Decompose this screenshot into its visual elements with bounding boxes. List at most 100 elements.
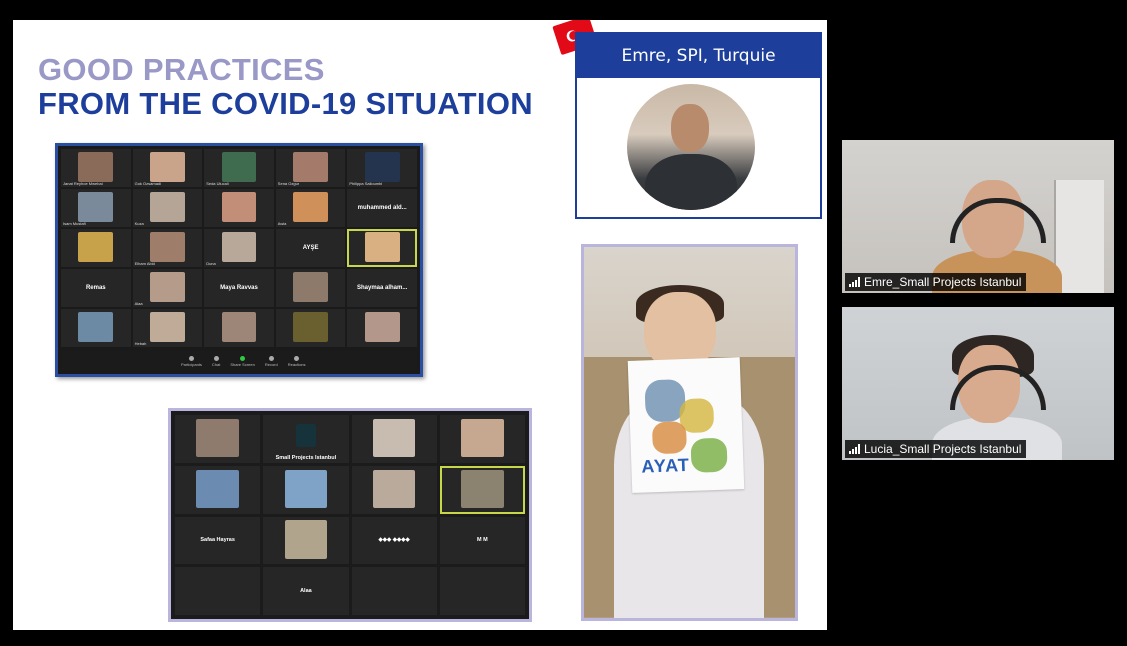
tile-label: Seda Ulucali: [206, 181, 229, 186]
participant-thumbnail: [284, 520, 328, 559]
drawing-text: AYAT: [641, 454, 691, 477]
gallery-tile: [439, 465, 525, 514]
tile-name-text: Alaa: [300, 588, 312, 595]
tile-name-text: muhammed ald...: [357, 205, 407, 211]
participant-name: Lucia_Small Projects Istanbul: [864, 442, 1022, 456]
tile-name-text: Small Projects Istanbul: [275, 454, 337, 461]
tile-label: Gok Ozsamadi: [134, 181, 162, 186]
gallery-tile: [175, 415, 261, 463]
participant-thumbnail: [149, 312, 185, 343]
gallery-tile: Awia: [275, 189, 346, 227]
tile-label: Duna: [206, 261, 216, 266]
zoom-gallery-screenshot-2: Small Projects Istanbul Safaa Hayras ◆◆◆ ◆…: [168, 408, 532, 622]
tile-label: Awia: [277, 221, 287, 226]
participant-thumbnail: [78, 152, 114, 183]
participant-name-tag: Lucia_Small Projects Istanbul: [845, 440, 1027, 458]
participant-thumbnail: [221, 152, 257, 183]
gallery-tile: Kuza: [132, 189, 203, 227]
participant-thumbnail: [372, 418, 416, 457]
tile-name-text: Maya Ravvas: [220, 285, 258, 291]
gallery-tile: Safaa Hayras: [175, 516, 261, 565]
slide-title-line2: FROM THE COVID-19 SITUATION: [38, 86, 533, 121]
participant-thumbnail: [196, 418, 239, 457]
participant-thumbnail: [364, 152, 400, 183]
gallery-tile: [439, 567, 525, 615]
gallery-tile: Hebah: [132, 309, 203, 347]
participant-thumbnail: [149, 272, 185, 303]
gallery-tile: Janat Reyhoe Mwebai: [61, 149, 131, 187]
control-label: Share Screen: [230, 361, 255, 367]
control-label: Chat: [211, 361, 221, 367]
gallery-tile: Alaa: [132, 269, 203, 307]
participant-thumbnail: [149, 232, 185, 263]
gallery-tile: Elham Abid: [132, 229, 203, 267]
control-reactions: Reactions: [287, 355, 306, 367]
participant-thumbnail: [78, 192, 114, 223]
gallery-tile: Isam Mustafi: [61, 189, 131, 227]
tile-label: Kuza: [134, 221, 144, 226]
participant-thumbnail: [78, 232, 114, 263]
tile-label: Alaa: [134, 301, 143, 306]
handprint-drawing: AYAT: [627, 357, 745, 493]
tree-logo-icon: [295, 423, 317, 448]
gallery-tile: [275, 309, 346, 347]
child-drawing-photo: AYAT: [581, 244, 798, 621]
presentation-slide: GOOD PRACTICES FROM THE COVID-19 SITUATI…: [13, 20, 827, 630]
control-participants: Participants: [181, 355, 202, 367]
gallery-tile: M M: [439, 516, 525, 565]
participant-thumbnail: [221, 232, 257, 263]
gallery-tile: [175, 465, 261, 514]
participant-video-emre[interactable]: Emre_Small Projects Istanbul: [842, 140, 1114, 293]
gallery-tile: Gok Ozsamadi: [132, 149, 203, 187]
tile-label: Isam Mustafi: [63, 221, 86, 226]
participant-thumbnail: [149, 152, 185, 183]
speaker-portrait: [627, 84, 755, 210]
gallery-tile: Alaa: [263, 567, 349, 615]
gallery-tile: Philippa Salloumbi: [347, 149, 417, 187]
gallery-tile: muhammed ald...: [347, 189, 417, 227]
slide-title-line1: GOOD PRACTICES: [38, 52, 325, 87]
tile-name-text: Safaa Hayras: [200, 537, 235, 544]
participant-thumbnail: [221, 312, 257, 343]
tile-name-text: Remas: [85, 285, 106, 291]
gallery-grid-1: Janat Reyhoe Mwebai Gok Ozsamadi Seda Uluc…: [61, 149, 417, 347]
tile-label: Philippa Salloumbi: [349, 181, 383, 186]
gallery-tile: [263, 465, 349, 514]
participant-video-lucia[interactable]: Lucia_Small Projects Istanbul: [842, 307, 1114, 460]
participant-thumbnail: [196, 469, 239, 508]
participant-thumbnail: [293, 152, 328, 183]
tile-label: Sena Ozgur: [277, 181, 300, 186]
zoom-control-bar: Participants Chat Share Screen Record Reacti…: [61, 351, 417, 371]
control-share-screen: Share Screen: [230, 355, 255, 367]
control-record: Record: [264, 355, 278, 367]
gallery-tile: [439, 415, 525, 463]
signal-strength-icon: [849, 277, 860, 287]
gallery-grid-2: Small Projects Istanbul Safaa Hayras ◆◆◆ ◆…: [175, 415, 525, 615]
tile-label: Hebah: [134, 341, 147, 346]
gallery-tile: AYŞE: [275, 229, 346, 267]
participant-thumbnail: [78, 312, 114, 343]
gallery-tile: [351, 415, 437, 463]
tile-name-text: AYŞE: [302, 245, 319, 251]
gallery-tile: Shaymaa alham...: [347, 269, 417, 307]
tile-name-text: ◆◆◆ ◆◆◆◆: [378, 537, 410, 544]
signal-strength-icon: [849, 444, 860, 454]
participant-name: Emre_Small Projects Istanbul: [864, 275, 1022, 289]
control-label: Participants: [181, 361, 202, 367]
control-chat: Chat: [211, 355, 221, 367]
gallery-tile: Seda Ulucali: [204, 149, 274, 187]
participant-thumbnail: [221, 192, 257, 223]
gallery-tile: Duna: [204, 229, 274, 267]
gallery-tile: [263, 516, 349, 565]
gallery-tile: [351, 465, 437, 514]
gallery-tile: Remas: [61, 269, 131, 307]
control-label: Reactions: [287, 361, 306, 367]
tile-label: Elham Abid: [134, 261, 155, 266]
gallery-tile: Maya Ravvas: [204, 269, 274, 307]
gallery-tile: Small Projects Istanbul: [263, 415, 349, 463]
control-label: Record: [264, 361, 278, 367]
gallery-tile: Sena Ozgur: [275, 149, 346, 187]
participant-thumbnail: [149, 192, 185, 223]
tile-label: Janat Reyhoe Mwebai: [63, 181, 103, 186]
speaker-card: Emre, SPI, Turquie: [575, 32, 822, 219]
